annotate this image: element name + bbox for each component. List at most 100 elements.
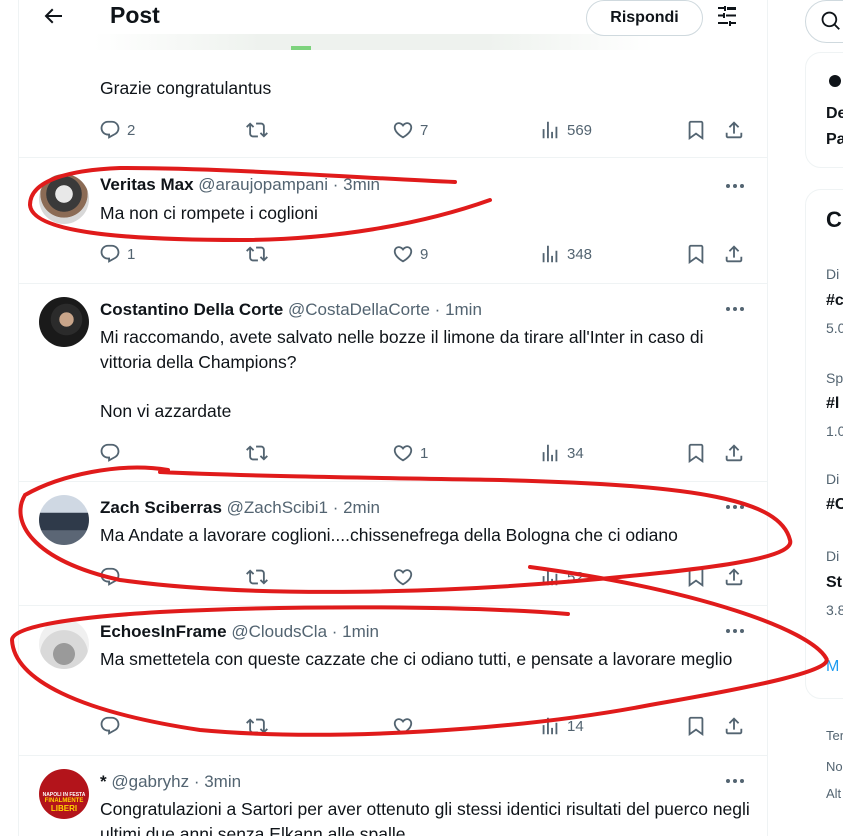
reply-tweet[interactable]: NAPOLI IN FESTA FINALMENTE LIBERI * @gab… [19, 756, 767, 836]
avatar[interactable] [39, 495, 89, 545]
reply-count: 1 [127, 245, 136, 263]
like-action[interactable]: 1 [392, 441, 428, 465]
view-count: 52 [567, 568, 584, 586]
search-box[interactable] [805, 0, 843, 43]
retweet-action[interactable] [246, 565, 268, 589]
avatar-badge-line3: LIBERI [50, 804, 78, 813]
bookmark-icon[interactable] [685, 242, 707, 266]
reply-icon [100, 567, 120, 586]
reply-action[interactable] [99, 565, 121, 589]
footer-link[interactable]: No [826, 759, 843, 774]
views-action[interactable]: 569 [539, 118, 592, 142]
author-name[interactable]: EchoesInFrame [100, 622, 227, 641]
reply-tweet[interactable]: Costantino Della Corte @CostaDellaCorte … [19, 284, 767, 482]
reply-button[interactable]: Rispondi [586, 0, 703, 36]
views-chart-icon [542, 121, 558, 139]
reply-action[interactable] [99, 714, 121, 738]
author-line: Veritas Max @araujopampani · 3min [100, 175, 380, 195]
view-count: 34 [567, 444, 584, 462]
avatar[interactable] [39, 297, 89, 347]
bookmark-icon[interactable] [685, 118, 707, 142]
more-options-icon[interactable] [723, 174, 747, 198]
search-icon [821, 11, 840, 30]
tweet-text: Ma smettetela con queste cazzate che ci … [100, 649, 733, 669]
avatar[interactable]: NAPOLI IN FESTA FINALMENTE LIBERI [39, 769, 89, 819]
trend-tag[interactable]: #l [826, 395, 839, 413]
reply-action[interactable]: 1 [99, 242, 135, 266]
logo-icon [829, 75, 841, 87]
share-icon[interactable] [723, 242, 745, 266]
reply-tweet[interactable]: EchoesInFrame @CloudsCla · 1min Ma smett… [19, 606, 767, 756]
trend-category[interactable]: Sp [826, 370, 843, 386]
author-handle[interactable]: @CostaDellaCorte · 1min [288, 300, 482, 319]
share-icon[interactable] [723, 714, 745, 738]
author-name[interactable]: Zach Sciberras [100, 498, 222, 517]
back-arrow-icon[interactable] [41, 4, 65, 28]
footer-link[interactable]: Ter [826, 728, 843, 743]
author-line: * @gabryhz · 3min [100, 772, 241, 792]
heart-icon [393, 718, 413, 735]
trends-title: C [826, 207, 842, 232]
trend-tag[interactable]: #c [826, 292, 843, 310]
footer-link[interactable]: Alt [826, 786, 841, 801]
reply-tweet[interactable]: Veritas Max @araujopampani · 3min Ma non… [19, 158, 767, 284]
sidebar-card-text: De [826, 105, 843, 122]
reply-action[interactable]: 2 [99, 118, 135, 142]
views-chart-icon [542, 717, 558, 735]
heart-icon [393, 445, 413, 462]
views-action[interactable]: 34 [539, 441, 584, 465]
author-name[interactable]: Veritas Max [100, 175, 194, 194]
like-action[interactable] [392, 565, 414, 589]
views-chart-icon [542, 444, 558, 462]
post-timeline: Post Rispondi Grazie congratulantus 2 7 … [18, 0, 768, 836]
trend-category[interactable]: Di [826, 266, 839, 282]
reply-tweet[interactable]: Zach Sciberras @ZachScibi1 · 2min Ma And… [19, 482, 767, 606]
views-action[interactable]: 348 [539, 242, 592, 266]
reply-count: 2 [127, 121, 136, 139]
trend-count: 5.0 [826, 320, 843, 336]
views-action[interactable]: 14 [539, 714, 584, 738]
author-name[interactable]: * [100, 772, 107, 791]
author-handle[interactable]: @araujopampani · 3min [198, 175, 380, 194]
trend-tag[interactable]: St [826, 574, 842, 592]
author-handle[interactable]: @gabryhz · 3min [111, 772, 241, 791]
tweet-actions: 14 [19, 714, 767, 738]
author-line: Zach Sciberras @ZachScibi1 · 2min [100, 498, 380, 518]
retweet-icon [246, 569, 268, 585]
trend-category[interactable]: Di [826, 471, 839, 487]
avatar[interactable] [39, 174, 89, 224]
author-handle[interactable]: @CloudsCla · 1min [231, 622, 379, 641]
settings-sliders-icon[interactable] [715, 4, 739, 28]
tweet-text: Mi raccomando, avete salvato nelle bozze… [100, 327, 704, 421]
author-handle[interactable]: @ZachScibi1 · 2min [227, 498, 380, 517]
show-more-link[interactable]: M [826, 658, 839, 676]
retweet-action[interactable] [246, 714, 268, 738]
share-icon[interactable] [723, 441, 745, 465]
share-icon[interactable] [723, 565, 745, 589]
author-name[interactable]: Costantino Della Corte [100, 300, 283, 319]
more-options-icon[interactable] [723, 619, 747, 643]
retweet-action[interactable] [246, 242, 268, 266]
bookmark-icon[interactable] [685, 565, 707, 589]
trend-category[interactable]: Di [826, 548, 839, 564]
more-options-icon[interactable] [723, 769, 747, 793]
avatar[interactable] [39, 619, 89, 669]
like-action[interactable] [392, 714, 414, 738]
author-line: Costantino Della Corte @CostaDellaCorte … [100, 300, 482, 320]
like-action[interactable]: 7 [392, 118, 428, 142]
author-line: EchoesInFrame @CloudsCla · 1min [100, 622, 379, 642]
retweet-icon [246, 246, 268, 262]
views-action[interactable]: 52 [539, 565, 584, 589]
retweet-action[interactable] [246, 118, 268, 142]
more-options-icon[interactable] [723, 495, 747, 519]
reply-icon [100, 244, 120, 263]
share-icon[interactable] [723, 118, 745, 142]
reply-action[interactable] [99, 441, 121, 465]
retweet-action[interactable] [246, 441, 268, 465]
trend-tag[interactable]: #C [826, 496, 843, 514]
tweet-actions: 1 34 [19, 441, 767, 465]
bookmark-icon[interactable] [685, 441, 707, 465]
more-options-icon[interactable] [723, 297, 747, 321]
like-action[interactable]: 9 [392, 242, 428, 266]
bookmark-icon[interactable] [685, 714, 707, 738]
